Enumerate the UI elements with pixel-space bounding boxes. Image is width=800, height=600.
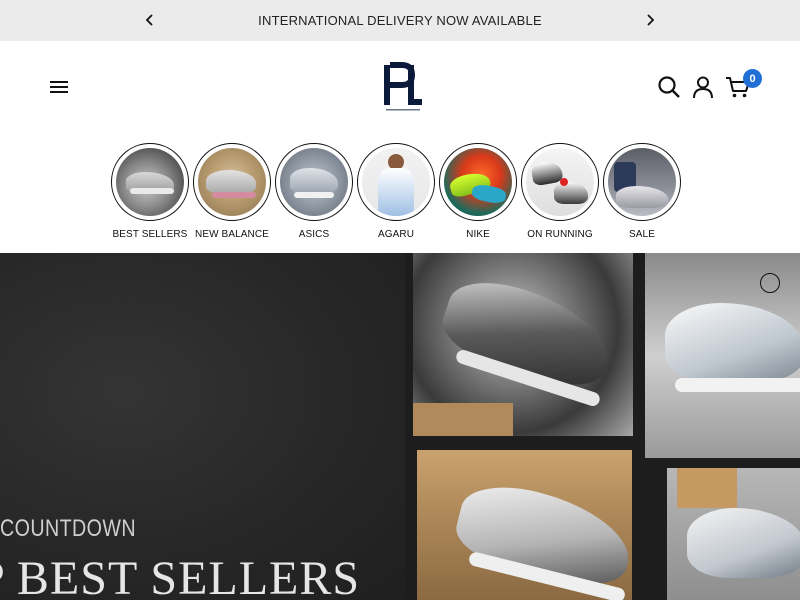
category-label: ON RUNNING <box>527 229 593 240</box>
category-sale[interactable]: SALE <box>603 143 681 240</box>
search-icon[interactable] <box>657 75 681 99</box>
category-thumb <box>439 143 517 221</box>
chevron-left-icon[interactable] <box>142 12 158 28</box>
category-thumb <box>193 143 271 221</box>
chevron-right-icon[interactable] <box>642 12 658 28</box>
hero-background <box>0 253 410 600</box>
account-icon[interactable] <box>691 75 715 99</box>
category-label: SALE <box>629 229 655 240</box>
menu-icon[interactable] <box>50 81 68 93</box>
hero-kicker: COUNTDOWN <box>0 515 136 542</box>
announcement-bar: INTERNATIONAL DELIVERY NOW AVAILABLE <box>0 0 800 41</box>
category-thumb <box>111 143 189 221</box>
sneaker-photo <box>413 253 633 436</box>
brand-logo[interactable] <box>378 61 426 113</box>
category-thumb <box>603 143 681 221</box>
category-asics[interactable]: ASICS <box>275 143 353 240</box>
site-header: 0 <box>0 41 800 136</box>
category-thumb <box>357 143 435 221</box>
pause-icon[interactable] <box>760 273 780 293</box>
announcement-text: INTERNATIONAL DELIVERY NOW AVAILABLE <box>258 13 542 28</box>
category-new-balance[interactable]: NEW BALANCE <box>193 143 271 240</box>
cart-count-badge: 0 <box>743 69 762 88</box>
category-label: NEW BALANCE <box>195 229 269 240</box>
sneaker-photo <box>667 468 800 600</box>
hero-title: P BEST SELLERS <box>0 552 361 600</box>
hero-photo-collage <box>405 253 800 600</box>
category-on-running[interactable]: ON RUNNING <box>521 143 599 240</box>
category-label: NIKE <box>466 229 490 240</box>
category-label: ASICS <box>298 229 330 240</box>
category-thumb <box>275 143 353 221</box>
hero-banner[interactable]: COUNTDOWN P BEST SELLERS <box>0 253 800 600</box>
category-thumb <box>521 143 599 221</box>
category-best-sellers[interactable]: BEST SELLERS <box>111 143 189 240</box>
category-carousel: BEST SELLERS NEW BALANCE ASICS AGARU NIK… <box>111 143 681 240</box>
category-agaru[interactable]: AGARU <box>357 143 435 240</box>
category-label: BEST SELLERS <box>112 229 188 240</box>
sneaker-photo <box>417 450 632 600</box>
category-nike[interactable]: NIKE <box>439 143 517 240</box>
category-label: AGARU <box>377 229 415 240</box>
